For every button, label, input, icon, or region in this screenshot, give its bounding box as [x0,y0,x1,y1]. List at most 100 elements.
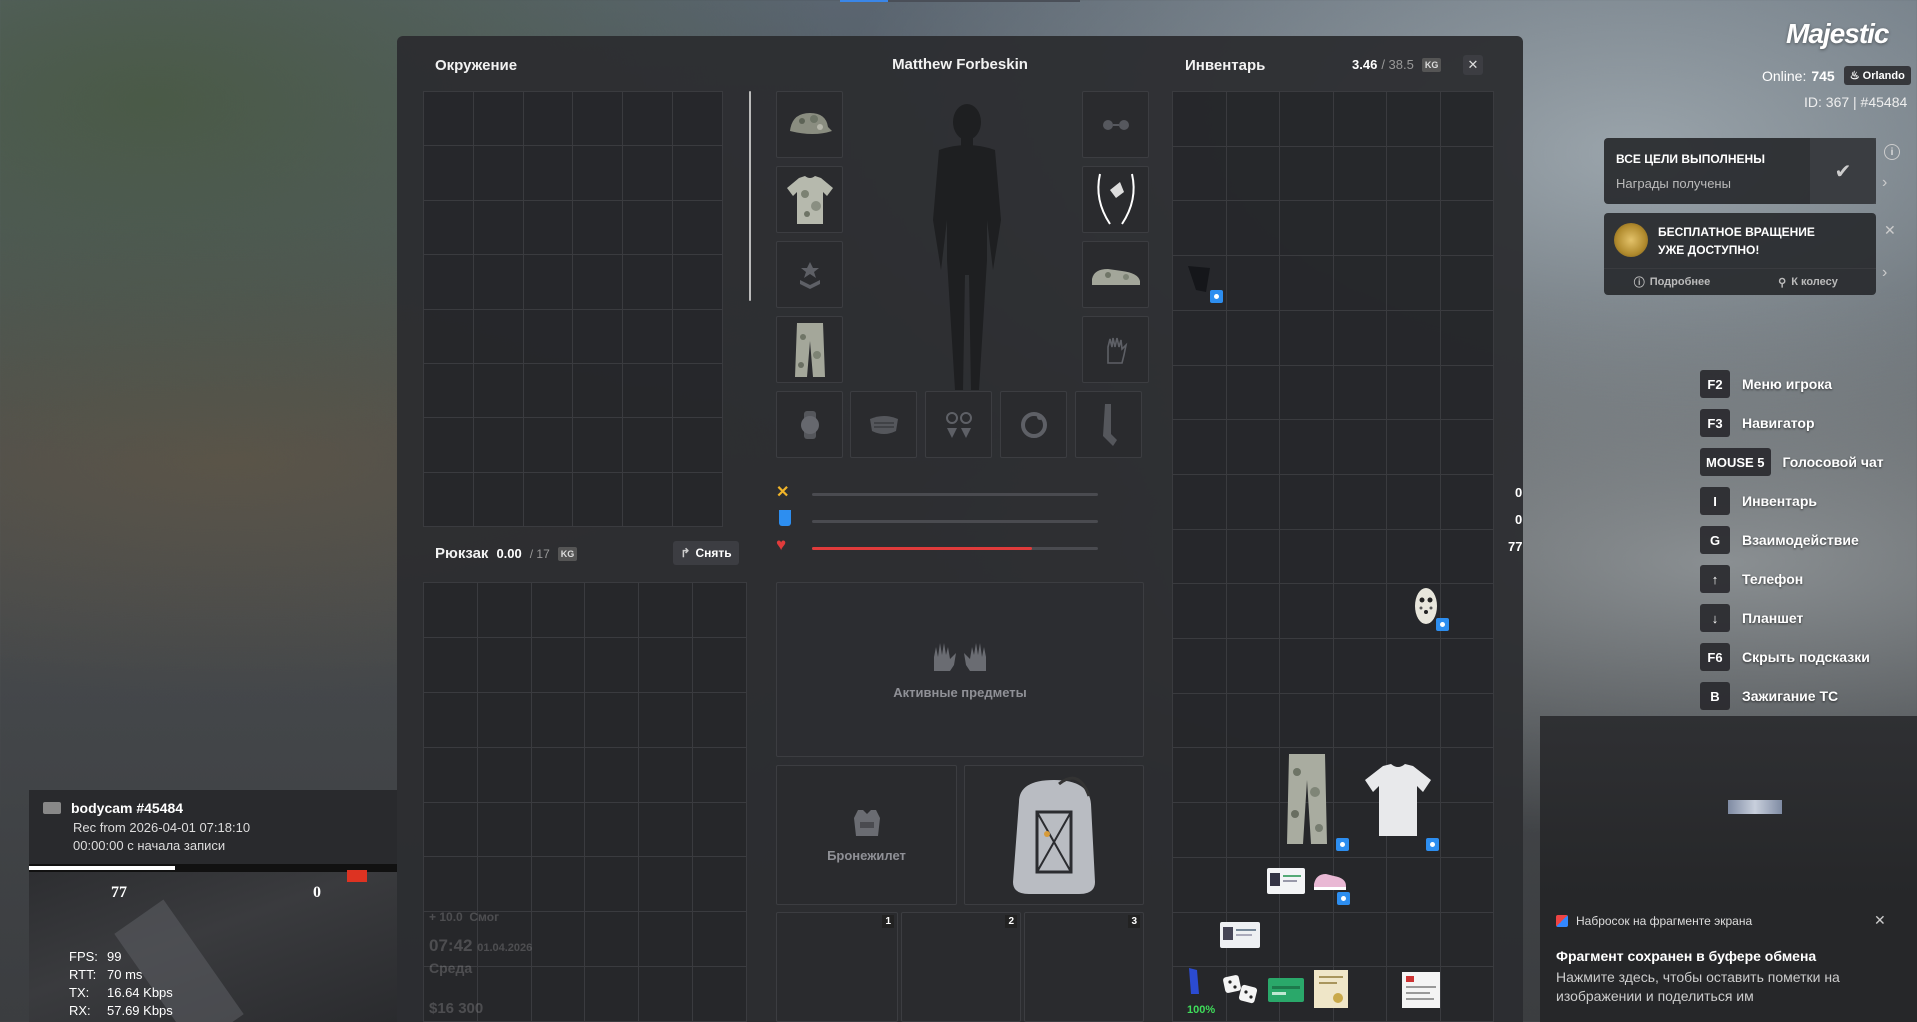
grid-cell[interactable] [1440,912,1494,968]
grid-cell[interactable] [1226,256,1280,311]
grid-cell[interactable] [1280,310,1334,366]
grid-cell[interactable] [623,92,674,147]
grid-cell[interactable] [573,255,624,310]
grid-cell[interactable] [1173,639,1227,694]
grid-cell[interactable] [1173,474,1227,530]
grid-cell[interactable] [623,472,674,527]
inventory-item-hockey-mask[interactable] [1399,580,1452,634]
grid-cell[interactable] [1173,803,1227,858]
grid-cell[interactable] [1226,474,1280,530]
slot-shirt[interactable] [776,166,843,233]
grid-cell[interactable] [1333,912,1387,968]
grid-cell[interactable] [1173,201,1227,257]
close-button[interactable]: ✕ [1463,55,1483,75]
grid-cell[interactable] [1280,693,1334,749]
grid-cell[interactable] [523,146,574,201]
grid-cell[interactable] [693,967,747,1022]
grid-cell[interactable] [673,146,723,201]
grid-cell[interactable] [1333,365,1387,421]
inventory-item-dice[interactable] [1218,962,1263,1018]
grid-cell[interactable] [573,472,624,527]
grid-cell[interactable] [1333,92,1387,147]
grid-cell[interactable] [1387,146,1441,202]
grid-cell[interactable] [1387,474,1441,530]
grid-cell[interactable] [1226,201,1280,257]
grid-cell[interactable] [1440,310,1494,366]
grid-cell[interactable] [639,857,694,913]
slot-gloves[interactable] [1082,316,1149,383]
grid-cell[interactable] [1440,420,1494,475]
grid-cell[interactable] [424,146,474,201]
grid-cell[interactable] [1280,146,1334,202]
hotbar-slot-1[interactable]: 1 [776,912,898,1022]
grid-cell[interactable] [1387,529,1441,585]
grid-cell[interactable] [473,309,524,364]
snip-notification[interactable]: Набросок на фрагменте экрана ✕ Фрагмент … [1540,716,1917,1022]
grid-cell[interactable] [523,255,574,310]
grid-cell[interactable] [1333,693,1387,749]
slot-mask[interactable] [850,391,917,458]
inventory-item-blue-phone[interactable]: 100% [1173,962,1218,1018]
grid-cell[interactable] [1333,639,1387,694]
grid-cell[interactable] [1440,748,1494,804]
grid-cell[interactable] [1280,912,1334,968]
grid-cell[interactable] [473,472,524,527]
grid-cell[interactable] [1333,256,1387,311]
grid-cell[interactable] [1173,420,1227,475]
grid-cell[interactable] [424,363,474,419]
grid-cell[interactable] [424,472,474,527]
grid-cell[interactable] [523,92,574,147]
grid-cell[interactable] [477,747,532,803]
slot-earrings[interactable] [925,391,992,458]
goals-chevron-icon[interactable]: › [1882,174,1887,192]
grid-cell[interactable] [673,363,723,419]
spin-more-button[interactable]: ⓘ Подробнее [1604,269,1740,295]
grid-cell[interactable] [473,363,524,419]
grid-cell[interactable] [1226,310,1280,366]
grid-cell[interactable] [1387,201,1441,257]
spin-card[interactable]: БЕСПЛАТНОЕ ВРАЩЕНИЕ УЖЕ ДОСТУПНО! ⓘ Подро… [1604,213,1876,295]
slot-glasses[interactable] [1082,91,1149,158]
grid-cell[interactable] [1280,256,1334,311]
grid-cell[interactable] [585,967,640,1022]
grid-cell[interactable] [573,146,624,201]
grid-cell[interactable] [477,692,532,748]
grid-cell[interactable] [531,583,586,638]
grid-cell[interactable] [673,255,723,310]
grid-cell[interactable] [585,802,640,858]
grid-cell[interactable] [531,637,586,693]
grid-cell[interactable] [1440,639,1494,694]
grid-cell[interactable] [623,363,674,419]
grid-cell[interactable] [693,802,747,858]
grid-cell[interactable] [477,583,532,638]
grid-cell[interactable] [1333,310,1387,366]
grid-cell[interactable] [473,92,524,147]
grid-cell[interactable] [623,309,674,364]
grid-cell[interactable] [1333,146,1387,202]
grid-cell[interactable] [1226,693,1280,749]
grid-cell[interactable] [1333,584,1387,640]
grid-cell[interactable] [424,637,478,693]
slot-pants[interactable] [776,316,843,383]
grid-cell[interactable] [1226,146,1280,202]
grid-cell[interactable] [673,92,723,147]
grid-cell[interactable] [424,583,478,638]
grid-cell[interactable] [424,200,474,256]
grid-cell[interactable] [1280,584,1334,640]
slot-accessory[interactable] [1082,166,1149,233]
grid-cell[interactable] [1387,310,1441,366]
grid-cell[interactable] [1440,474,1494,530]
grid-cell[interactable] [693,857,747,913]
grid-cell[interactable] [1226,584,1280,640]
inventory-item-document[interactable] [1218,908,1263,962]
grid-cell[interactable] [673,309,723,364]
grid-cell[interactable] [424,309,474,364]
grid-cell[interactable] [531,747,586,803]
grid-cell[interactable] [1173,365,1227,421]
spin-close-icon[interactable]: ✕ [1884,222,1896,239]
inventory-item-sneakers[interactable] [1308,854,1353,908]
grid-cell[interactable] [1280,201,1334,257]
grid-cell[interactable] [693,747,747,803]
grid-cell[interactable] [1440,967,1494,1022]
grid-cell[interactable] [673,200,723,256]
